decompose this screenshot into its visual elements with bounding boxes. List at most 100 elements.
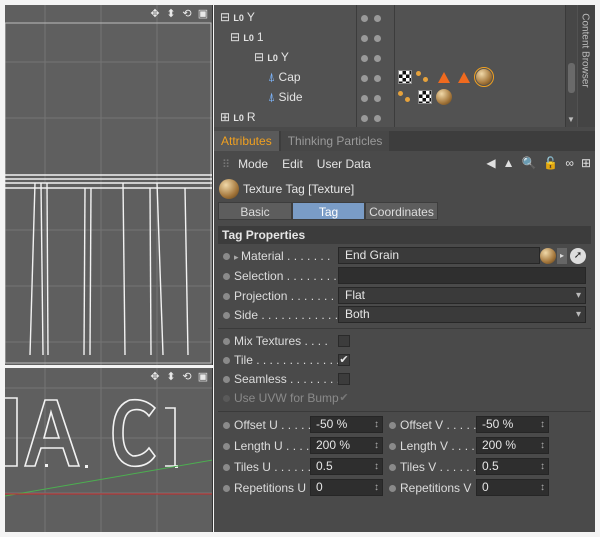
projection-dropdown[interactable]: Flat	[338, 287, 586, 304]
uvw-tag-icon[interactable]	[398, 70, 412, 84]
length-v-field[interactable]: 200 %	[476, 437, 549, 454]
menu-mode[interactable]: Mode	[238, 157, 268, 171]
animate-dot[interactable]	[389, 485, 396, 492]
render-dot[interactable]	[374, 15, 381, 22]
animate-dot[interactable]	[223, 273, 230, 280]
visibility-dot[interactable]	[361, 115, 368, 122]
selection-tag-icon[interactable]	[458, 72, 470, 83]
render-dot[interactable]	[374, 55, 381, 62]
prop-seamless: Seamless . . . . . . . .	[218, 370, 591, 389]
animate-dot[interactable]	[389, 422, 396, 429]
side-dropdown[interactable]: Both	[338, 306, 586, 323]
tab-tag[interactable]: Tag	[292, 202, 365, 220]
material-preview-icon[interactable]	[540, 248, 556, 264]
zoom-view-icon[interactable]: ⬍	[165, 371, 177, 383]
texture-tag-icon[interactable]	[436, 89, 452, 105]
phong-tag-icon[interactable]	[416, 71, 430, 83]
pick-material-icon[interactable]: ➚	[570, 248, 586, 264]
object-row-y[interactable]: ⊟ L0 Y	[214, 8, 569, 28]
object-row-side[interactable]: ⍋ Side	[214, 88, 569, 108]
visibility-dot[interactable]	[361, 95, 368, 102]
animate-dot[interactable]	[223, 293, 230, 300]
object-row-r[interactable]: ⊞ L0 R	[214, 108, 569, 127]
menu-edit[interactable]: Edit	[282, 157, 303, 171]
seamless-checkbox[interactable]	[338, 373, 350, 385]
phong-tag-icon[interactable]	[398, 91, 412, 103]
animate-dot[interactable]	[223, 338, 230, 345]
rotate-view-icon[interactable]: ⟲	[181, 371, 193, 383]
tile-checkbox[interactable]: ✔	[338, 354, 350, 366]
new-panel-icon[interactable]: ⊞	[581, 156, 591, 170]
prop-length: Length U . . . . . 200 % Length V . . . …	[218, 437, 591, 456]
rotate-view-icon[interactable]: ⟲	[181, 8, 193, 20]
scrollbar-thumb[interactable]	[568, 63, 575, 93]
grip-icon: ⠿	[222, 158, 231, 171]
texture-tag-icon[interactable]	[474, 67, 494, 87]
move-view-icon[interactable]: ✥	[149, 371, 161, 383]
render-dot[interactable]	[374, 95, 381, 102]
visibility-dot[interactable]	[361, 75, 368, 82]
object-row-1[interactable]: ⊟ L0 1	[214, 28, 569, 48]
object-manager-scrollbar[interactable]: ▼	[565, 5, 577, 127]
animate-dot[interactable]	[223, 357, 230, 364]
maximize-view-icon[interactable]: ▣	[197, 371, 209, 383]
animate-dot[interactable]	[223, 443, 230, 450]
search-icon[interactable]: 🔍	[521, 156, 536, 170]
tab-coordinates[interactable]: Coordinates	[365, 202, 438, 220]
object-row-cap[interactable]: ⍋ Cap	[214, 67, 569, 88]
tab-attributes[interactable]: Attributes	[214, 131, 279, 151]
render-dot[interactable]	[374, 115, 381, 122]
tiles-v-field[interactable]: 0.5	[476, 458, 549, 475]
animate-dot[interactable]	[223, 312, 230, 319]
tiles-u-field[interactable]: 0.5	[310, 458, 383, 475]
object-row-y-child[interactable]: ⊟ L0 Y	[214, 48, 569, 68]
menu-user-data[interactable]: User Data	[317, 157, 371, 171]
repetitions-u-field[interactable]: 0	[310, 479, 383, 496]
content-browser-tab[interactable]: Content Browser	[578, 5, 595, 127]
back-arrow-icon[interactable]: ◀	[486, 156, 495, 170]
repetitions-v-field[interactable]: 0	[476, 479, 549, 496]
prop-selection: Selection . . . . . . . .	[218, 267, 591, 286]
prop-label: Selection . . . . . . . .	[234, 269, 337, 283]
animate-dot[interactable]	[223, 422, 230, 429]
offset-v-field[interactable]: -50 %	[476, 416, 549, 433]
selection-field[interactable]	[338, 267, 586, 284]
viewport-bottom[interactable]: ✥ ⬍ ⟲ ▣	[5, 368, 213, 532]
render-dot[interactable]	[374, 35, 381, 42]
link-icon[interactable]: ∞	[565, 156, 574, 170]
prop-repetitions: Repetitions U 0 Repetitions V 0	[218, 479, 591, 498]
animate-dot[interactable]	[389, 464, 396, 471]
offset-u-field[interactable]: -50 %	[310, 416, 383, 433]
attributes-header: Texture Tag [Texture]	[214, 177, 595, 201]
attribute-subtabs: Basic Tag Coordinates	[218, 202, 584, 220]
selection-tag-icon[interactable]	[438, 72, 450, 83]
render-dot[interactable]	[374, 75, 381, 82]
material-menu-arrow-icon[interactable]: ▸	[557, 248, 567, 264]
mix-textures-checkbox[interactable]	[338, 335, 350, 347]
animate-dot[interactable]	[223, 376, 230, 383]
visibility-dot[interactable]	[361, 35, 368, 42]
object-manager[interactable]: ⊟ L0 Y ⊟ L0 1 ⊟ L0 Y ⍋ Cap ⍋ Side ⊞ L0 R…	[214, 5, 595, 127]
tab-thinking-particles[interactable]: Thinking Particles	[280, 131, 390, 151]
uvw-tag-icon[interactable]	[418, 90, 432, 104]
scroll-down-icon[interactable]: ▼	[567, 115, 575, 124]
zoom-view-icon[interactable]: ⬍	[165, 8, 177, 20]
up-arrow-icon[interactable]: ▲	[503, 156, 515, 170]
move-view-icon[interactable]: ✥	[149, 8, 161, 20]
tab-basic[interactable]: Basic	[218, 202, 292, 220]
maximize-view-icon[interactable]: ▣	[197, 8, 209, 20]
visibility-dot[interactable]	[361, 55, 368, 62]
viewport-top-tools: ✥ ⬍ ⟲ ▣	[149, 8, 209, 20]
animate-dot[interactable]	[223, 485, 230, 492]
length-u-field[interactable]: 200 %	[310, 437, 383, 454]
material-link-field[interactable]: End Grain	[338, 247, 540, 264]
animate-dot[interactable]	[223, 253, 230, 260]
animate-dot[interactable]	[223, 464, 230, 471]
lock-icon[interactable]: 🔓	[543, 156, 558, 170]
viewport-top[interactable]: ✥ ⬍ ⟲ ▣	[5, 5, 213, 365]
object-name: Cap	[278, 70, 301, 84]
texture-tag-icon	[219, 179, 239, 199]
divider	[218, 411, 591, 412]
animate-dot[interactable]	[389, 443, 396, 450]
visibility-dot[interactable]	[361, 15, 368, 22]
